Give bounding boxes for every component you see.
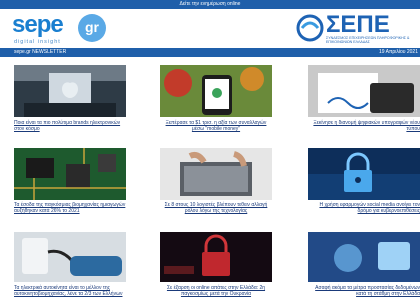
logo-word: sepe [12, 11, 64, 38]
sepe-swirl-icon [296, 14, 324, 42]
newsletter-label: sepe.gr NEWSLETTER [14, 49, 67, 55]
logo-badge: gr [78, 14, 106, 42]
article-caption[interactable]: Ξεκίνησε η διανομή ψηφιακών υπογραφών νέ… [308, 120, 420, 132]
laptop-typing-image[interactable] [160, 148, 272, 200]
article-caption[interactable]: Η χρήση εφαρμογών social media ανοίγει τ… [308, 202, 420, 214]
sepe-association-logo[interactable]: ΣΕΠΕ ΣΥΝΔΕΣΜΟΣ ΕΠΙΧΕΙΡΗΣΕΩΝ ΠΛΗΡΟΦΟΡΙΚΗΣ… [294, 12, 420, 46]
mobile-payment-image[interactable] [160, 65, 272, 117]
sepe-gr-logo[interactable]: sepe gr digital insight [12, 11, 112, 45]
article-caption[interactable]: Τα έσοδα της παγκόσμιας βιομηχανίας ημια… [14, 202, 126, 214]
association-word: ΣΕΠΕ [326, 11, 390, 38]
article-caption[interactable]: Τα ηλεκτρικά αυτοκίνητα είναι το μέλλον … [14, 285, 126, 297]
digital-signature-image[interactable] [308, 65, 420, 117]
ev-charging-image[interactable] [14, 232, 126, 282]
newsletter-date: 19 Απριλίου 2021 [378, 49, 418, 55]
article-caption[interactable]: Ξεπέρασε τα $1 τρισ. η αξία των συναλλαγ… [160, 120, 272, 132]
apple-store-image[interactable] [14, 65, 126, 117]
logo-tagline: digital insight [14, 39, 61, 45]
article-caption[interactable]: Ασαφή ακόμα τα μέτρα προστασίας δεδομένω… [308, 285, 420, 297]
newsletter-bar: sepe.gr NEWSLETTER 19 Απριλίου 2021 [0, 48, 420, 57]
data-protection-image[interactable] [308, 232, 420, 282]
article-caption[interactable]: Σε έξαρση οι online απάτες στην Ελλάδα: … [160, 285, 272, 297]
association-subtitle: ΣΥΝΔΕΣΜΟΣ ΕΠΙΧΕΙΡΗΣΕΩΝ ΠΛΗΡΟΦΟΡΙΚΗΣ & ΕΠ… [326, 36, 410, 45]
cyber-lock-image[interactable] [308, 148, 420, 200]
view-online-bar[interactable]: Δείτε την ενημέρωση online [0, 0, 420, 9]
article-caption[interactable]: Σε 8 στους 10 λογιστές βλέπουν τεθειν αλ… [160, 202, 272, 214]
circuit-board-image[interactable] [14, 148, 126, 200]
article-caption[interactable]: Ποια είναι τα πιο πολύτιμα brands ηλεκτρ… [14, 120, 126, 132]
red-padlock-image[interactable] [160, 232, 272, 282]
